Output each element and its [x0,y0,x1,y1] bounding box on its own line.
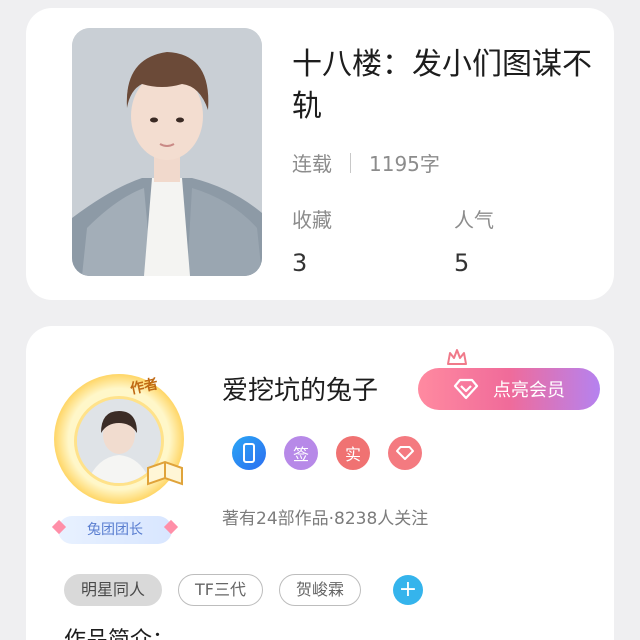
tag-item[interactable]: TF三代 [178,574,263,606]
phone-verified-icon[interactable] [232,436,266,470]
popularity-value: 5 [454,249,470,277]
book-status: 连载 [292,152,332,176]
book-word-count: 1195字 [369,152,440,176]
leader-badge-label: 兔团团长 [87,522,143,538]
favorites-stat: 收藏 3 [292,204,332,277]
book-title: 十八楼：发小们图谋不轨 [292,47,592,124]
popularity-label: 人气 [454,208,494,232]
diamond-badge-icon[interactable] [388,436,422,470]
add-tag-button[interactable]: + [393,575,424,605]
diamond-icon [453,378,479,400]
leader-badge[interactable]: 兔团团长 [51,516,179,544]
heart-icon [163,519,179,535]
favorites-label: 收藏 [292,208,332,232]
favorites-value: 3 [292,249,308,277]
heart-icon [51,519,67,535]
tag-item[interactable]: 明星同人 [64,574,163,606]
real-name-badge[interactable]: 实 [336,436,370,470]
author-badges: 签 实 [232,436,422,470]
author-info-card: 作者 兔团团长 爱挖坑的兔子 点亮会员 签 实 著有24部作品·8238人关注 … [26,326,614,640]
meta-divider [350,152,351,173]
intro-label: 作品简介 [64,628,152,640]
crown-icon [447,349,467,365]
author-works-info: 著有24部作品·8238人关注 [222,509,429,529]
book-cover-image[interactable] [72,28,262,276]
signed-badge[interactable]: 签 [284,436,318,470]
intro-heading: 作品简介： [64,622,174,640]
book-icon [147,460,183,486]
tag-item[interactable]: 贺峻霖 [279,574,362,606]
vip-button-label: 点亮会员 [493,380,565,401]
author-avatar[interactable]: 作者 [54,374,184,504]
book-meta-row: 连载 1195字 [292,148,440,177]
tag-list: 明星同人 TF三代 贺峻霖 + [64,574,424,606]
popularity-stat: 人气 5 [454,204,494,277]
book-info-card: 十八楼：发小们图谋不轨 连载 1195字 收藏 3 人气 5 [26,8,614,300]
author-name[interactable]: 爱挖坑的兔子 [222,370,378,407]
vip-button[interactable]: 点亮会员 [418,368,600,410]
